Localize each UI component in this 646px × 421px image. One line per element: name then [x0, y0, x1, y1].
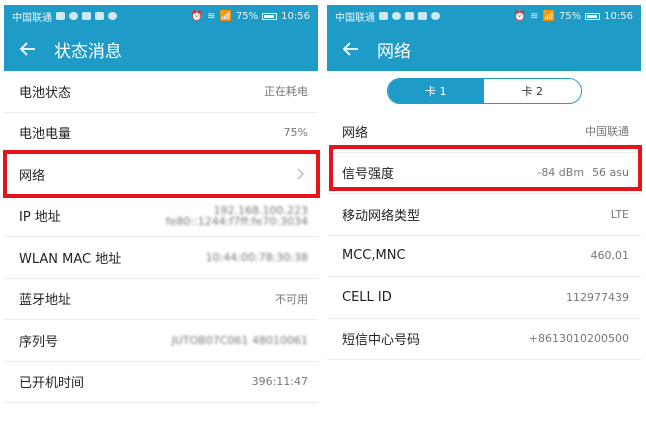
row-network[interactable]: 网络 — [4, 154, 318, 196]
carrier-label: 中国联通 — [335, 12, 375, 24]
signal-asu-value: 56 asu — [592, 166, 629, 180]
row-label: WLAN MAC 地址 — [19, 251, 122, 267]
wechat-notification-icon — [69, 12, 78, 20]
signal-icon: 📶 — [542, 10, 555, 22]
page-title: 网络 — [377, 41, 411, 62]
app-bar: 网络 — [327, 27, 641, 71]
browser-notification-icon — [431, 12, 440, 20]
photo-notification-icon — [379, 12, 388, 20]
row-value: 75% — [283, 126, 308, 140]
row-cell-id: CELL ID 112977439 — [327, 277, 641, 319]
row-network-type: 移动网络类型 LTE — [327, 194, 641, 236]
battery-icon — [585, 12, 601, 20]
row-label: CELL ID — [342, 289, 392, 305]
network-info-list: 网络 中国联通 信号强度 -84 dBm 56 asu 移动网络类型 LTE M… — [327, 111, 641, 360]
battery-icon — [262, 12, 278, 20]
row-network-operator: 网络 中国联通 — [327, 111, 641, 153]
row-serial-number: 序列号 JUTOB07C061 48010061 — [4, 320, 318, 362]
row-mcc-mnc: MCC,MNC 460,01 — [327, 236, 641, 277]
row-value: 正在耗电 — [264, 85, 308, 99]
back-arrow-icon[interactable] — [339, 37, 363, 61]
row-signal-strength: 信号强度 -84 dBm 56 asu — [327, 153, 641, 194]
battery-percent: 75% — [235, 10, 259, 22]
row-label: 移动网络类型 — [342, 208, 421, 224]
alarm-icon: ⏰ — [190, 10, 204, 22]
wifi-icon: ≋ — [530, 10, 539, 22]
row-label: 信号强度 — [342, 167, 395, 183]
row-value: LTE — [610, 207, 629, 221]
signal-icon: 📶 — [219, 10, 232, 22]
row-value: 10:44:00:78:30:38 — [205, 250, 308, 264]
row-label: IP 地址 — [19, 210, 61, 226]
status-bar: 中国联通 ⏰ ≋ 📶 75% 10:56 — [327, 5, 641, 27]
app-notification-icon — [95, 12, 104, 20]
row-value: 396:11:47 — [251, 375, 308, 389]
row-wlan-mac: WLAN MAC 地址 10:44:00:78:30:38 — [4, 237, 318, 279]
app-notification-icon — [418, 12, 427, 20]
tab-sim-2[interactable]: 卡 2 — [484, 79, 581, 103]
row-value: 460,01 — [590, 249, 630, 263]
sim-tabs: 卡 1 卡 2 — [386, 78, 582, 104]
row-battery-level: 电池电量 75% — [4, 113, 318, 154]
alarm-icon: ⏰ — [513, 10, 527, 22]
row-label: 网络 — [342, 125, 369, 141]
status-bar: 中国联通 ⏰ ≋ 📶 75% 10:56 — [4, 5, 318, 27]
photo-notification-icon — [56, 12, 65, 20]
row-label: 序列号 — [19, 334, 59, 350]
signal-dbm-value: -84 dBm — [537, 166, 585, 180]
row-label: 电池状态 — [19, 85, 72, 101]
status-info-screen: 中国联通 ⏰ ≋ 📶 75% 10:56 状态消息 电池状态 正在耗电 电池电量 — [4, 5, 318, 418]
row-sms-center: 短信中心号码 +8613010200500 — [327, 319, 641, 360]
page-title: 状态消息 — [54, 41, 122, 62]
row-value: 不可用 — [275, 292, 308, 306]
row-ip-address: IP 地址 192.168.100.223 fe80::1244:f7ff:fe… — [4, 196, 318, 237]
carrier-label: 中国联通 — [12, 12, 52, 24]
app-bar: 状态消息 — [4, 27, 318, 71]
status-list: 电池状态 正在耗电 电池电量 75% 网络 IP 地址 192.168.100.… — [4, 71, 318, 403]
network-screen: 中国联通 ⏰ ≋ 📶 75% 10:56 网络 卡 1 卡 2 网络 中国联通 … — [327, 5, 641, 418]
browser-notification-icon — [108, 12, 117, 20]
app-notification-icon — [405, 12, 414, 20]
ipv6-value: fe80::1244:f7ff:fe70:3034 — [165, 214, 308, 228]
row-bluetooth-address: 蓝牙地址 不可用 — [4, 279, 318, 320]
app-notification-icon — [82, 12, 91, 20]
row-label: 蓝牙地址 — [19, 293, 72, 309]
tab-sim-1[interactable]: 卡 1 — [387, 79, 484, 103]
row-label: 短信中心号码 — [342, 333, 421, 349]
clock: 10:56 — [281, 10, 310, 22]
row-value: 112977439 — [566, 290, 629, 304]
back-arrow-icon[interactable] — [16, 37, 40, 61]
wifi-icon: ≋ — [207, 10, 216, 22]
row-label: 电池电量 — [19, 127, 72, 143]
row-label: 网络 — [19, 168, 46, 184]
wechat-notification-icon — [392, 12, 401, 20]
row-label: MCC,MNC — [342, 248, 406, 264]
battery-percent: 75% — [558, 10, 582, 22]
row-label: 已开机时间 — [19, 376, 85, 392]
row-value: JUTOB07C061 48010061 — [171, 333, 308, 347]
row-value: +8613010200500 — [528, 332, 629, 346]
chevron-right-icon — [294, 167, 308, 181]
row-uptime: 已开机时间 396:11:47 — [4, 362, 318, 403]
clock: 10:56 — [604, 10, 633, 22]
row-value: 中国联通 — [585, 125, 629, 139]
row-battery-status: 电池状态 正在耗电 — [4, 71, 318, 113]
sim-tabs-container: 卡 1 卡 2 — [327, 71, 641, 111]
